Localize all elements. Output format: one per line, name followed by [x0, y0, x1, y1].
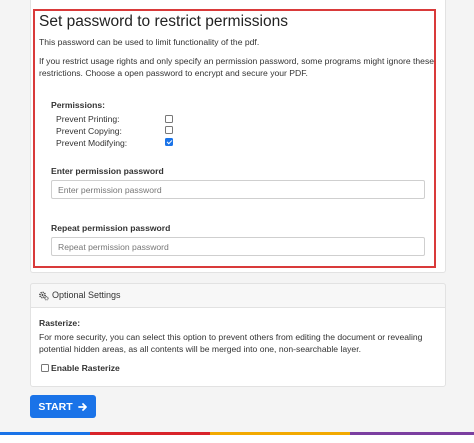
start-button[interactable]: START	[30, 395, 96, 418]
footer-stripe-red	[90, 432, 210, 435]
enable-rasterize-checkbox[interactable]	[41, 364, 49, 372]
enter-password-label: Enter permission password	[51, 166, 164, 176]
prevent-modifying-checkbox[interactable]	[165, 138, 173, 146]
gears-icon	[39, 291, 49, 301]
permissions-label: Permissions:	[51, 100, 105, 110]
enable-rasterize-label[interactable]: Enable Rasterize	[51, 363, 120, 373]
note-line-2: restrictions. Choose a open password to …	[39, 68, 308, 78]
permission-label-copying: Prevent Copying:	[56, 126, 122, 136]
rasterize-label: Rasterize:	[39, 318, 81, 328]
note-line-1: If you restrict usage rights and only sp…	[39, 56, 435, 66]
enter-password-input[interactable]: Enter permission password	[51, 180, 425, 199]
repeat-password-label: Repeat permission password	[51, 223, 171, 233]
permission-label-printing: Prevent Printing:	[56, 114, 120, 124]
prevent-copying-checkbox[interactable]	[165, 126, 173, 134]
arrow-right-icon	[77, 402, 87, 411]
start-label: START	[38, 400, 73, 413]
prevent-printing-checkbox[interactable]	[165, 115, 173, 123]
rasterize-desc-line-1: For more security, you can select this o…	[39, 332, 423, 342]
repeat-password-input[interactable]: Repeat permission password	[51, 237, 425, 256]
optional-settings-title: Optional Settings	[52, 290, 121, 300]
footer-stripe-yellow	[210, 432, 350, 435]
intro-text: This password can be used to limit funct…	[39, 37, 260, 47]
rasterize-desc-line-2: potential hidden areas, as all contents …	[39, 344, 361, 354]
footer-stripe-purple	[350, 432, 474, 435]
permission-label-modifying: Prevent Modifying:	[56, 138, 128, 148]
section-title: Set password to restrict permissions	[39, 13, 288, 30]
footer-stripe-blue	[0, 432, 90, 435]
